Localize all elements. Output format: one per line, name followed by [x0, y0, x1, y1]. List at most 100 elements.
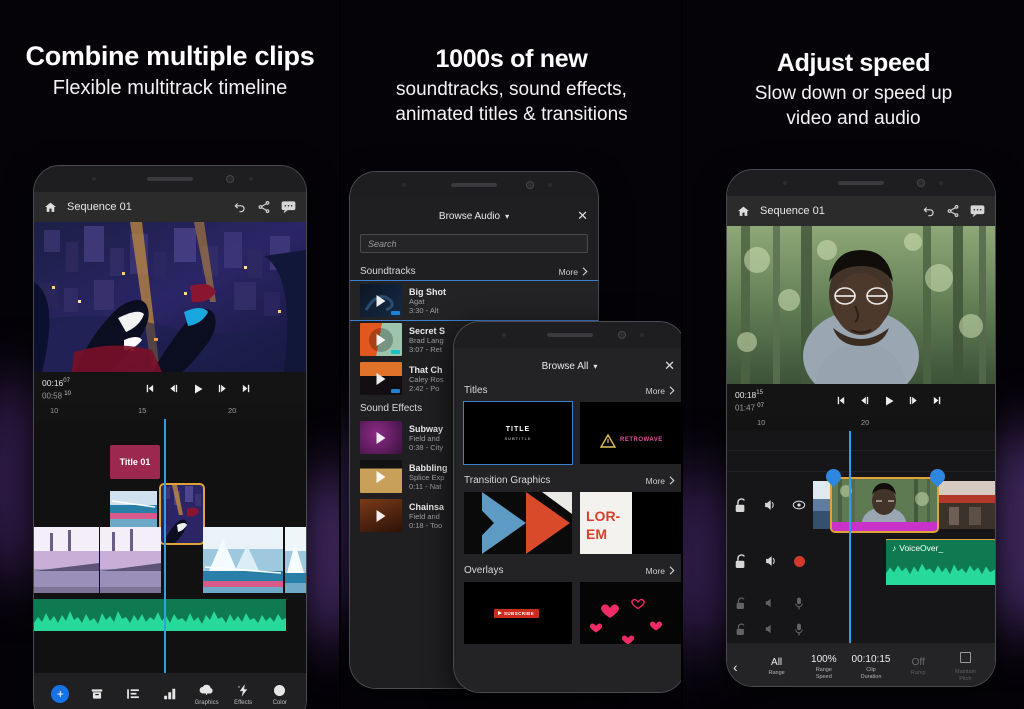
list-icon[interactable] — [115, 687, 152, 701]
close-icon[interactable]: ✕ — [664, 358, 675, 374]
delete-icon[interactable] — [79, 687, 116, 701]
record-icon[interactable] — [794, 555, 805, 567]
unlock-icon[interactable] — [735, 554, 748, 569]
overlays-card-row[interactable]: SUBSCRIBE — [454, 580, 682, 650]
comment-icon[interactable] — [970, 204, 985, 218]
close-icon[interactable]: ✕ — [577, 208, 588, 224]
browse-audio-title[interactable]: Browse Audio — [439, 211, 500, 222]
phone-screen-4: Sequence 01 00:1815 01:47 07 10 20 ♪ Voi… — [727, 196, 995, 686]
earpiece-speaker — [838, 181, 884, 185]
skip-to-end-icon[interactable] — [241, 383, 252, 394]
add-button[interactable]: + — [42, 685, 79, 704]
maintain-pitch-checkbox[interactable] — [959, 651, 971, 663]
selected-timeline-clip[interactable] — [159, 483, 205, 546]
playhead-3[interactable] — [849, 431, 851, 644]
timeline-clip-main-1[interactable] — [34, 527, 99, 594]
maintain-pitch-control[interactable]: Maintain Pitch — [942, 651, 989, 683]
unlock-icon[interactable] — [735, 498, 748, 513]
share-icon[interactable] — [946, 204, 960, 218]
eye-icon[interactable] — [792, 499, 806, 511]
hearts-overlay-card[interactable] — [580, 582, 682, 644]
step-forward-icon[interactable] — [217, 383, 228, 394]
playhead-1[interactable] — [164, 419, 166, 674]
timeline-clip-main-2[interactable] — [100, 527, 161, 594]
audio-list-item[interactable]: Big Shot Agat 3:30 - Alt — [350, 280, 598, 321]
timeline-ruler-1[interactable]: 10 15 20 — [34, 405, 306, 420]
graphics-button[interactable]: Graphics — [188, 683, 225, 706]
play-icon[interactable] — [192, 383, 204, 395]
mic-icon[interactable] — [794, 597, 804, 610]
speed-ramp-bar[interactable] — [832, 522, 937, 532]
home-icon[interactable] — [737, 205, 750, 218]
search-input[interactable]: Search — [360, 234, 588, 253]
track-meta: Secret S Brad Lang 3:07 - Ret — [409, 326, 445, 354]
levels-icon[interactable] — [152, 687, 189, 701]
track-meta: Big Shot Agat 3:30 - Alt — [409, 287, 446, 315]
transitions-card-row[interactable]: LOR- EM — [454, 490, 682, 560]
timeline-3[interactable]: ♪ VoiceOver_ — [727, 431, 995, 644]
comment-icon[interactable] — [281, 200, 296, 214]
chevron-down-icon[interactable]: ▾ — [593, 362, 597, 371]
chevron-down-icon[interactable]: ▾ — [505, 212, 509, 221]
speaker-icon[interactable] — [764, 597, 776, 609]
speed-range-control[interactable]: All Range — [753, 657, 800, 677]
retrowave-template-card[interactable]: RETROWAVE — [580, 402, 682, 464]
skip-to-start-icon[interactable] — [144, 383, 155, 394]
step-back-icon[interactable] — [168, 383, 179, 394]
voiceover-clip[interactable]: ♪ VoiceOver_ — [886, 539, 995, 586]
timeline-empty-row[interactable] — [727, 452, 995, 473]
speaker-icon[interactable] — [764, 554, 778, 568]
undo-icon[interactable] — [922, 204, 936, 218]
skip-to-start-icon[interactable] — [835, 395, 846, 406]
unlock-icon[interactable] — [736, 597, 747, 610]
timeline-empty-row[interactable] — [727, 431, 995, 452]
speaker-icon[interactable] — [763, 498, 777, 512]
panel-2-headline: 1000s of new — [435, 45, 588, 73]
subscribe-overlay-card[interactable]: SUBSCRIBE — [464, 582, 572, 644]
video-preview-3[interactable] — [727, 226, 995, 384]
effects-button[interactable]: Effects — [225, 683, 262, 706]
step-forward-icon[interactable] — [908, 395, 919, 406]
track-artist: Caley Ros — [409, 374, 444, 384]
timeline-clip-main-3[interactable] — [203, 527, 283, 594]
audio-track-clip-1[interactable] — [34, 599, 286, 632]
badge-icon — [391, 311, 400, 315]
speaker-icon[interactable] — [764, 623, 776, 635]
current-time-1: 00:16 — [42, 377, 64, 388]
color-button[interactable]: Color — [261, 683, 298, 706]
chevron-transition-card[interactable] — [464, 492, 572, 554]
chevron-left-icon[interactable]: ‹ — [733, 659, 753, 675]
home-icon[interactable] — [44, 201, 57, 214]
panel-adjust-speed: Adjust speed Slow down or speed up video… — [683, 0, 1024, 709]
timeline-ruler-3[interactable]: 10 20 — [727, 417, 995, 432]
share-icon[interactable] — [257, 200, 271, 214]
more-link-soundtracks[interactable]: More — [559, 267, 588, 277]
undo-icon[interactable] — [233, 200, 247, 214]
timeline-1[interactable]: Title 01 — [34, 419, 306, 674]
timeline-clip-overlay[interactable] — [110, 491, 157, 528]
mic-icon[interactable] — [794, 623, 804, 636]
phone-mockup-2-front: Browse All ▾ ✕ Titles More TITLE SUBTITL… — [454, 322, 682, 692]
more-link-titles[interactable]: More — [646, 386, 675, 396]
title-clip[interactable]: Title 01 — [110, 445, 160, 480]
more-link-overlays[interactable]: More — [646, 566, 675, 576]
timeline-clip-next[interactable] — [939, 481, 995, 530]
timeline-clip-main-4[interactable] — [285, 527, 306, 594]
titles-card-row[interactable]: TITLE SUBTITLE RETROWAVE — [454, 400, 682, 470]
unlock-icon[interactable] — [736, 623, 747, 636]
more-link-transitions[interactable]: More — [646, 476, 675, 486]
selected-timeline-clip-3[interactable] — [830, 477, 939, 534]
range-speed-control[interactable]: 100% Range Speed — [800, 654, 847, 681]
step-back-icon[interactable] — [859, 395, 870, 406]
track-duration: 3:30 - Alt — [409, 305, 439, 315]
lorem-transition-card[interactable]: LOR- EM — [580, 492, 682, 554]
section-title: Titles — [464, 385, 488, 396]
video-preview-1[interactable] — [34, 222, 306, 372]
clip-duration-control[interactable]: 00:10:15 Clip Duration — [847, 654, 894, 681]
title-template-card[interactable]: TITLE SUBTITLE — [463, 401, 573, 465]
timecode-display-1: 00:1607 00:58 10 — [42, 376, 94, 401]
browse-all-title[interactable]: Browse All — [542, 361, 589, 372]
skip-to-end-icon[interactable] — [932, 395, 943, 406]
ramp-control[interactable]: Off Ramp — [895, 657, 942, 677]
play-icon[interactable] — [883, 395, 895, 407]
